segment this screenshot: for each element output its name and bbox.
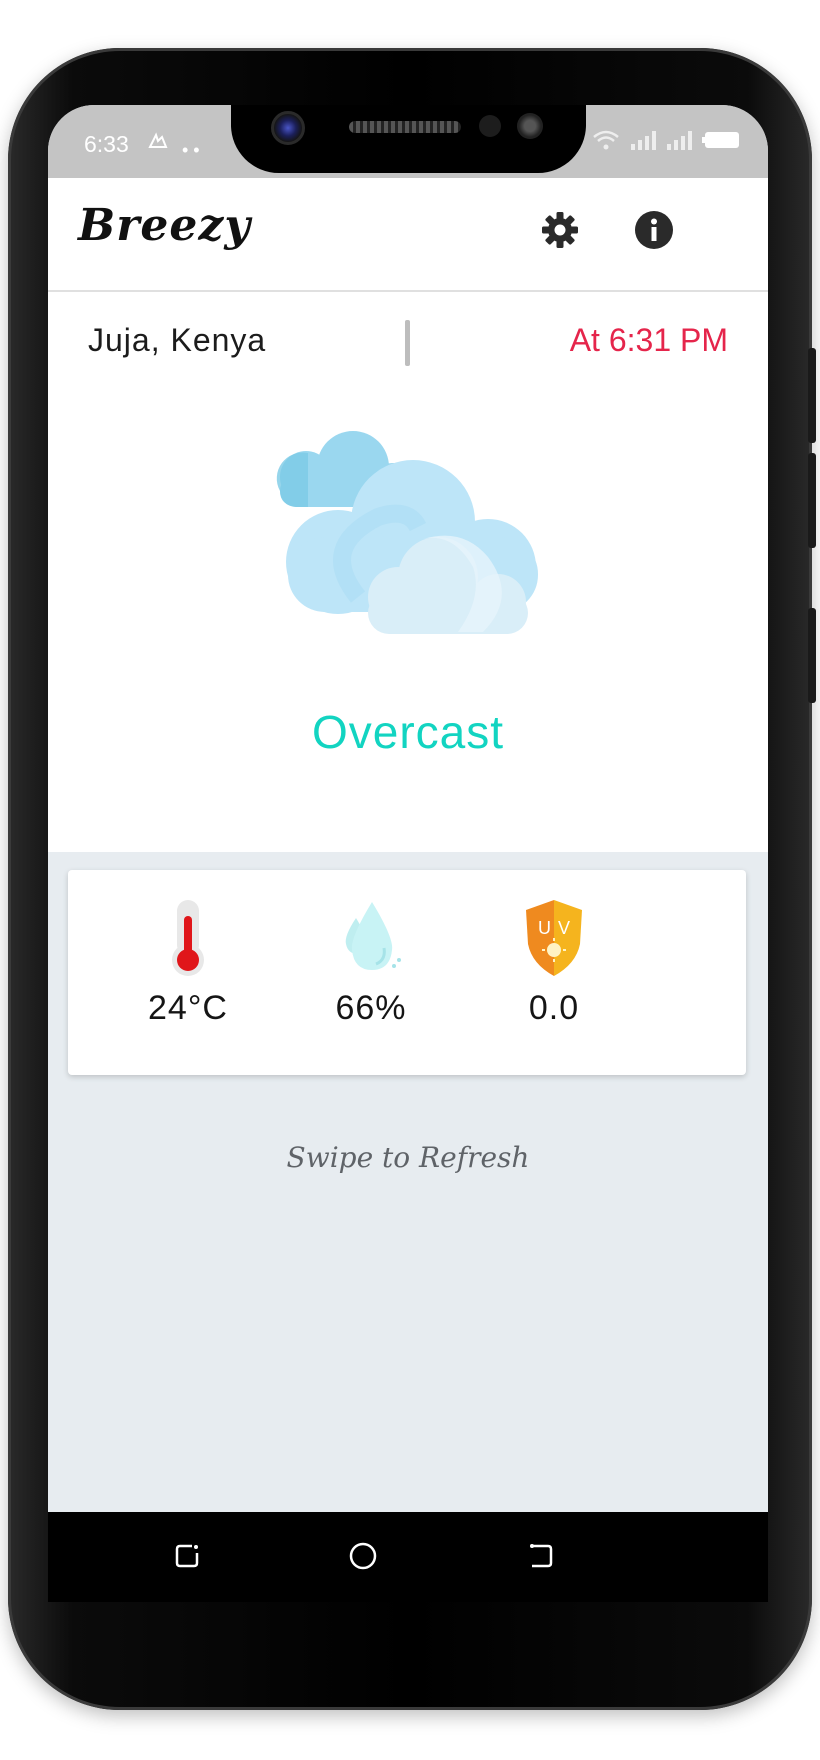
info-icon — [634, 210, 674, 255]
app-title: Breezy — [78, 200, 251, 251]
weather-summary: Juja, Kenya At 6:31 PM Overcast — [48, 292, 768, 852]
metrics-card: 24°C 66% U V 0.0 — [68, 870, 746, 1075]
status-icons — [592, 129, 742, 156]
location-label: Juja, Kenya — [88, 322, 267, 358]
header-divider — [405, 320, 410, 366]
navigation-bar — [48, 1512, 768, 1602]
volume-up-button — [808, 348, 816, 443]
thermometer-icon — [163, 900, 213, 982]
uv-value: 0.0 — [528, 989, 580, 1027]
svg-text:V: V — [558, 918, 570, 938]
uv-shield-icon: U V — [522, 900, 586, 982]
signal-icon-1 — [630, 130, 656, 155]
volume-down-button — [808, 453, 816, 548]
status-time: 6:33 — [84, 131, 129, 157]
temperature-value: 24°C — [148, 989, 228, 1027]
wifi-icon — [592, 129, 620, 156]
earpiece-speaker — [349, 121, 461, 133]
recents-button[interactable] — [169, 1540, 205, 1576]
settings-button[interactable] — [536, 208, 584, 256]
temperature-metric: 24°C — [88, 898, 288, 1028]
secondary-camera — [517, 113, 543, 139]
humidity-metric: 66% — [271, 898, 471, 1028]
overcast-cloud-icon — [258, 427, 568, 657]
front-camera — [271, 111, 305, 145]
condition-label: Overcast — [311, 706, 505, 758]
battery-icon — [702, 130, 742, 155]
svg-text:U: U — [538, 918, 551, 938]
swipe-refresh-hint[interactable]: Swipe to Refresh — [48, 1141, 768, 1174]
more-notifications-icon: • • — [182, 140, 200, 160]
proximity-sensor — [479, 115, 501, 137]
signal-icon-2 — [666, 130, 692, 155]
home-icon — [347, 1540, 379, 1577]
screen: 6:33 • • Breezy Juja, Kenya At 6:31 PM O… — [48, 105, 768, 1512]
power-button — [808, 608, 816, 703]
water-drop-icon — [336, 902, 406, 982]
home-button[interactable] — [345, 1540, 381, 1576]
recents-icon — [172, 1541, 202, 1576]
gear-icon — [540, 210, 580, 255]
app-bar: Breezy — [48, 178, 768, 292]
back-icon — [526, 1541, 556, 1576]
camera-notch — [231, 105, 586, 173]
notification-icon — [146, 129, 170, 153]
status-bar: 6:33 • • — [48, 105, 768, 178]
uv-metric: U V 0.0 — [454, 898, 654, 1028]
humidity-value: 66% — [335, 989, 407, 1027]
updated-time: At 6:31 PM — [569, 322, 728, 358]
back-button[interactable] — [523, 1540, 559, 1576]
info-button[interactable] — [630, 208, 678, 256]
